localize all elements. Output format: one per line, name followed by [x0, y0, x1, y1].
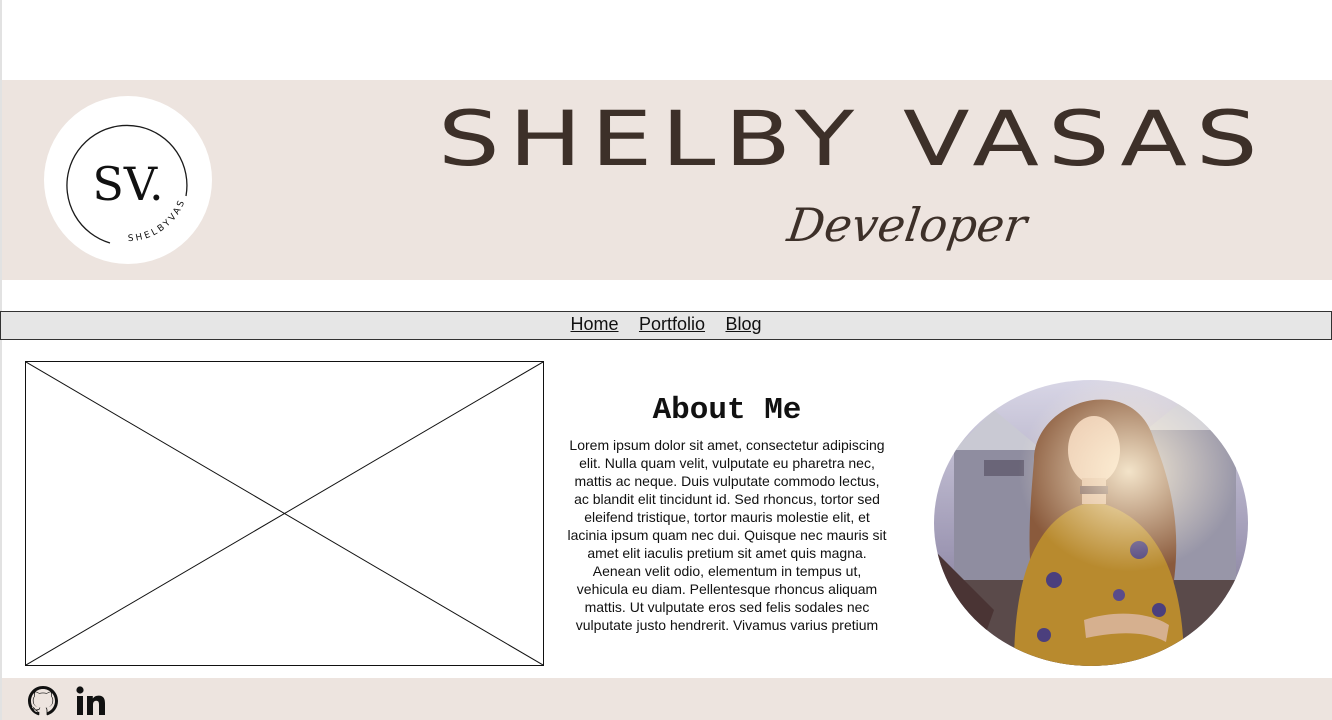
logo-mark: SV. SHELBYVASAS: [44, 96, 188, 244]
portfolio-page: SV. SHELBYVASAS SHELBY VASAS Developer H…: [0, 0, 1332, 720]
profile-photo-art: [934, 380, 1248, 666]
logo-monogram: SV.: [92, 157, 163, 211]
header-banner: SV. SHELBYVASAS SHELBY VASAS Developer: [2, 80, 1332, 280]
about-section: About Me Lorem ipsum dolor sit amet, con…: [566, 392, 888, 634]
nav-link-portfolio[interactable]: Portfolio: [639, 312, 705, 337]
footer: [2, 678, 1332, 720]
site-title: SHELBY VASAS: [438, 94, 1267, 183]
logo[interactable]: SV. SHELBYVASAS: [44, 96, 212, 264]
about-heading: About Me: [652, 393, 802, 428]
linkedin-icon[interactable]: [74, 684, 108, 718]
image-placeholder: [25, 361, 544, 666]
profile-photo: [934, 380, 1248, 666]
nav-link-home[interactable]: Home: [571, 312, 619, 337]
about-body: Lorem ipsum dolor sit amet, consectetur …: [567, 437, 887, 633]
placeholder-cross: [26, 362, 543, 665]
github-icon[interactable]: [26, 684, 60, 718]
main-nav: Home Portfolio Blog: [0, 311, 1332, 340]
site-subtitle: Developer: [784, 198, 1031, 252]
nav-link-blog[interactable]: Blog: [725, 312, 761, 337]
